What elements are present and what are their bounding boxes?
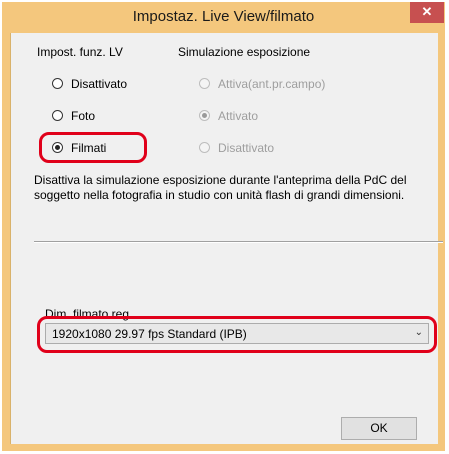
- radio-button: [199, 78, 210, 89]
- close-button[interactable]: ✕: [410, 2, 444, 23]
- description-text: Disattiva la simulazione esposizione dur…: [34, 173, 407, 202]
- radio-button-selected: [199, 110, 210, 121]
- window-title: Impostaz. Live View/filmato: [132, 8, 315, 25]
- exposure-simulation-heading: Simulazione esposizione: [178, 45, 311, 59]
- radio-button[interactable]: [52, 78, 63, 89]
- lv-function-heading: Impost. funz. LV: [37, 45, 123, 59]
- radio-label: Disattivato: [218, 141, 275, 155]
- close-icon: ✕: [421, 4, 433, 19]
- red-highlight-filmati: [39, 132, 147, 163]
- radio-button: [199, 142, 210, 153]
- radio-button[interactable]: [52, 110, 63, 121]
- radio-label: Attivato: [218, 109, 259, 123]
- red-highlight-movie-size: [37, 316, 437, 353]
- radio-label: Disattivato: [71, 77, 128, 91]
- radio-label: Attiva(ant.pr.campo): [218, 77, 326, 91]
- ok-button[interactable]: OK: [341, 417, 417, 440]
- radio-label: Foto: [71, 109, 96, 123]
- dialog-content: Impost. funz. LV Disattivato Foto Filmat…: [10, 33, 443, 444]
- divider: [34, 241, 443, 243]
- title-bar[interactable]: Impostaz. Live View/filmato ✕: [2, 2, 445, 33]
- dialog-window: Impostaz. Live View/filmato ✕ Impost. fu…: [2, 2, 445, 451]
